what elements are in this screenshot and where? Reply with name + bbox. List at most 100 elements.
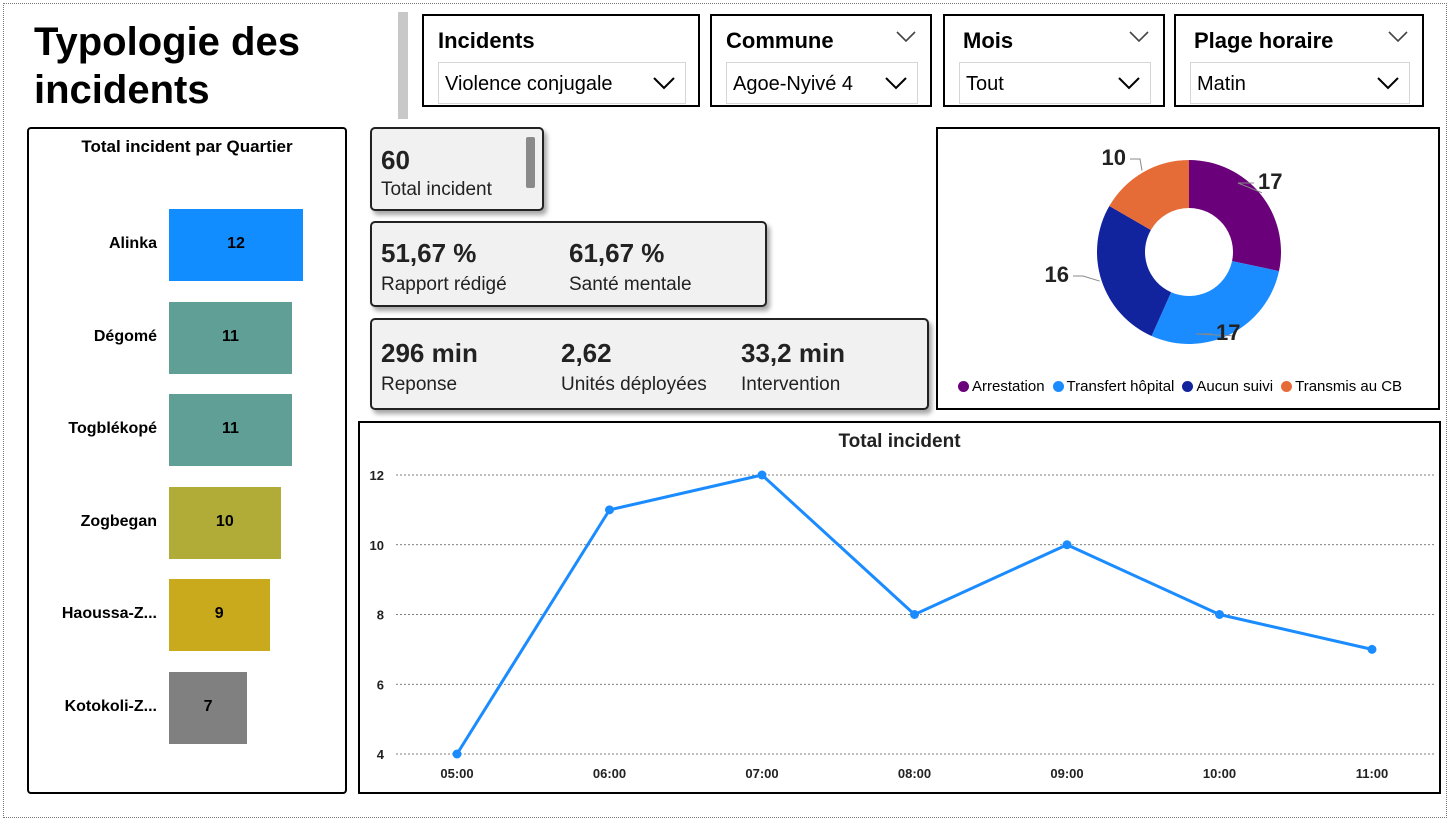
bar-category-label: Haoussa-Z... xyxy=(61,605,157,623)
y-tick-label: 8 xyxy=(377,608,384,623)
data-point[interactable] xyxy=(910,610,919,619)
bar-row[interactable]: Kotokoli-Z... 7 xyxy=(29,672,345,744)
y-tick-label: 6 xyxy=(377,677,384,692)
kpi-card-rates: 51,67 % Rapport rédigé 61,67 % Santé men… xyxy=(370,221,767,307)
chevron-down-icon xyxy=(885,77,907,90)
legend-dot-icon xyxy=(1182,381,1194,392)
kpi-intervention-label: Intervention xyxy=(741,374,841,395)
line-chart-panel: Total incident 4 6 8 10 12 05:00 06:00 07:00 08:… xyxy=(358,421,1441,794)
kpi-rapport: 51,67 % Rapport rédigé xyxy=(381,238,507,296)
card-scrollbar[interactable] xyxy=(526,137,535,188)
donut-data-label: 17 xyxy=(1258,169,1282,194)
bar-value-label: 11 xyxy=(221,420,239,438)
bar-category-label: Zogbegan xyxy=(80,512,157,530)
slicer-incidents: Incidents Violence conjugale xyxy=(422,14,700,107)
bar-row[interactable]: Togblékopé 11 xyxy=(29,394,345,467)
kpi-intervention-value: 33,2 min xyxy=(741,338,846,368)
donut-leader-line xyxy=(1073,275,1100,282)
incidents-dropdown-value: Violence conjugale xyxy=(445,73,613,95)
bar-chart-title: Total incident par Quartier xyxy=(81,137,293,156)
incidents-dropdown[interactable]: Violence conjugale xyxy=(438,62,686,104)
data-point[interactable] xyxy=(452,749,462,759)
kpi-rapport-label: Rapport rédigé xyxy=(381,274,507,295)
slicer-commune-title: Commune xyxy=(726,28,834,53)
chevron-down-icon[interactable] xyxy=(1129,30,1149,44)
bar-row[interactable]: Dégomé 11 xyxy=(29,301,345,374)
chevron-down-icon[interactable] xyxy=(896,30,916,44)
donut-chart: 17 17 16 10 xyxy=(1045,145,1283,345)
kpi-rapport-value: 51,67 % xyxy=(381,238,477,268)
y-tick-label: 10 xyxy=(370,538,384,553)
slicer-mois: Mois Tout xyxy=(943,14,1165,107)
data-point[interactable] xyxy=(1062,540,1072,550)
legend-label: Transmis au CB xyxy=(1295,378,1403,395)
kpi-card-durations: 296 min Reponse 2,62 Unités déployées 33… xyxy=(370,318,929,410)
commune-dropdown-value: Agoe-Nyivé 4 xyxy=(733,73,854,95)
legend-label: Transfert hôpital xyxy=(1066,378,1175,395)
bar-category-label: Alinka xyxy=(108,235,157,252)
legend-dot-icon xyxy=(1281,381,1293,392)
legend-item[interactable]: Transmis au CB xyxy=(1281,378,1402,395)
bar-row[interactable]: Haoussa-Z... 9 xyxy=(29,579,345,652)
page-title: Typologie des incidents xyxy=(34,20,300,112)
donut-chart-panel: 17 17 16 10 Arrestation Transfert hôpital Auc… xyxy=(936,127,1440,410)
title-divider xyxy=(398,12,408,119)
donut-legend: Arrestation Transfert hôpital Aucun suivi T… xyxy=(958,378,1438,395)
slicer-plage-horaire-title: Plage horaire xyxy=(1194,28,1334,53)
kpi-unites-value: 2,62 xyxy=(561,338,612,368)
commune-dropdown[interactable]: Agoe-Nyivé 4 xyxy=(726,62,918,104)
donut-data-label: 17 xyxy=(1216,320,1240,345)
kpi-reponse-value: 296 min xyxy=(381,338,478,368)
x-tick-label: 09:00 xyxy=(1050,766,1083,781)
line-chart: 4 6 8 10 12 05:00 06:00 07:00 08:00 09:00 10:00 11:… xyxy=(370,468,1434,781)
bar-value-label: 11 xyxy=(221,327,239,345)
bar-value-label: 12 xyxy=(227,235,245,252)
legend-item[interactable]: Aucun suivi xyxy=(1182,378,1273,395)
plage-horaire-dropdown[interactable]: Matin xyxy=(1190,62,1410,104)
slicer-mois-title: Mois xyxy=(963,28,1014,53)
kpi-sante-label: Santé mentale xyxy=(569,274,692,295)
plage-horaire-dropdown-value: Matin xyxy=(1197,73,1246,95)
data-point[interactable] xyxy=(1367,644,1377,654)
y-tick-label: 4 xyxy=(377,747,385,762)
bar-row[interactable]: Zogbegan 10 xyxy=(29,486,345,559)
chevron-down-icon xyxy=(1118,77,1140,90)
chevron-down-icon[interactable] xyxy=(1388,30,1408,44)
slicer-plage-horaire: Plage horaire Matin xyxy=(1174,14,1424,107)
legend-dot-icon xyxy=(1052,381,1064,392)
data-point[interactable] xyxy=(757,470,767,480)
legend-item[interactable]: Arrestation xyxy=(958,378,1045,395)
legend-label: Aucun suivi xyxy=(1196,378,1274,395)
bar-value-label: 9 xyxy=(214,605,224,623)
y-tick-label: 12 xyxy=(370,468,384,483)
x-tick-label: 06:00 xyxy=(593,766,626,781)
kpi-unites-label: Unités déployées xyxy=(561,374,707,395)
chevron-down-icon xyxy=(1377,77,1399,90)
kpi-total-value: 60 xyxy=(381,145,410,175)
legend-item[interactable]: Transfert hôpital xyxy=(1052,378,1175,395)
x-tick-label: 08:00 xyxy=(898,766,931,781)
bar-category-label: Dégomé xyxy=(93,327,157,345)
chevron-down-icon xyxy=(653,77,675,90)
kpi-sante: 61,67 % Santé mentale xyxy=(569,238,692,296)
bar-category-label: Togblékopé xyxy=(68,420,157,438)
kpi-sante-value: 61,67 % xyxy=(569,238,665,268)
bar-row[interactable]: Alinka 12 xyxy=(29,209,345,281)
x-tick-label: 10:00 xyxy=(1203,766,1236,781)
mois-dropdown[interactable]: Tout xyxy=(959,62,1151,104)
slicer-commune: Commune Agoe-Nyivé 4 xyxy=(710,14,932,107)
bar-chart-panel: Total incident par Quartier Alinka 12 Dégo… xyxy=(27,127,347,794)
bar-value-label: 7 xyxy=(203,698,213,715)
kpi-reponse: 296 min Reponse xyxy=(381,338,478,396)
bar-category-label: Kotokoli-Z... xyxy=(64,698,157,715)
donut-data-label: 10 xyxy=(1102,145,1126,170)
bar-value-label: 10 xyxy=(215,512,234,530)
legend-label: Arrestation xyxy=(972,378,1045,395)
data-point[interactable] xyxy=(605,505,614,515)
kpi-total-label: Total incident xyxy=(381,179,492,200)
kpi-unites: 2,62 Unités déployées xyxy=(561,338,707,396)
x-tick-label: 11:00 xyxy=(1356,766,1389,781)
data-point[interactable] xyxy=(1215,610,1224,619)
x-tick-label: 07:00 xyxy=(745,766,778,781)
donut-slice[interactable] xyxy=(1097,206,1172,337)
